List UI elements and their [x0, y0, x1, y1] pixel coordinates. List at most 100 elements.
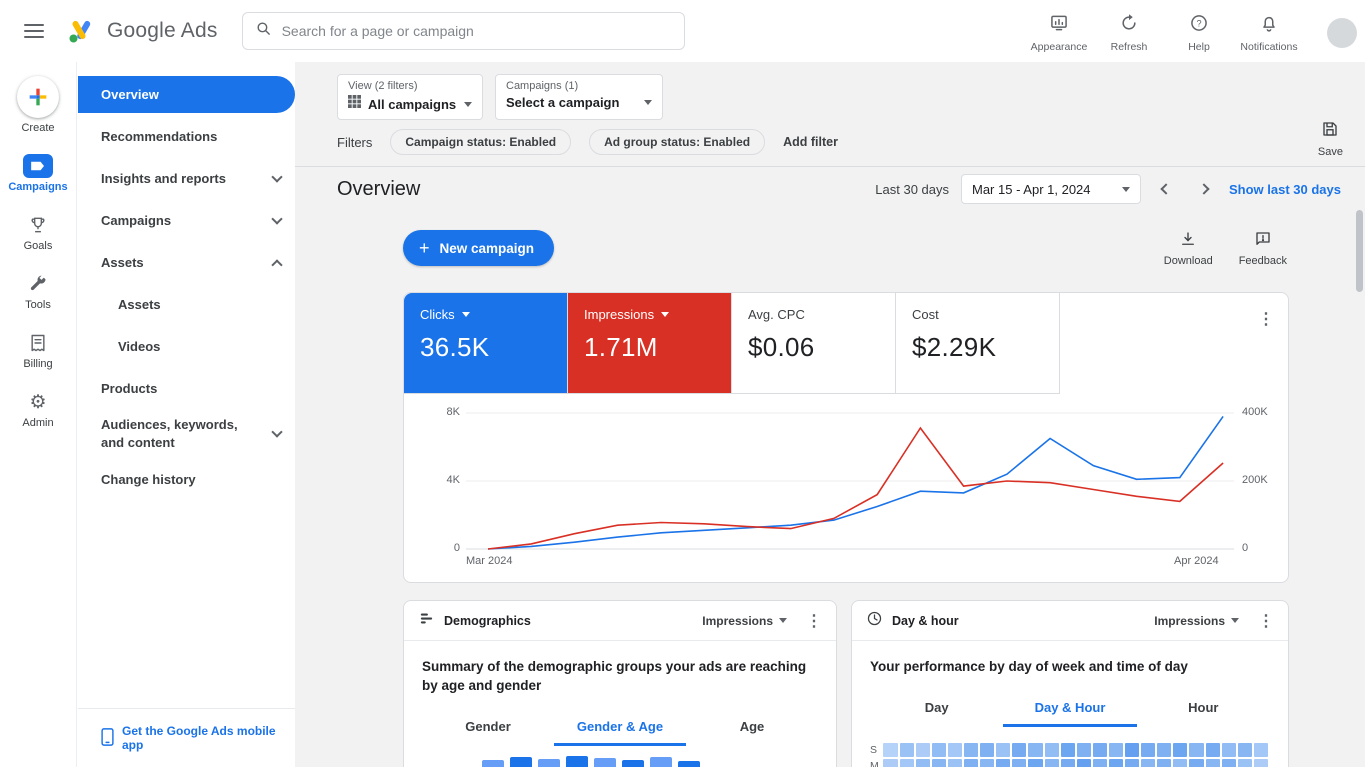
view-selector[interactable]: View (2 filters) All campaigns	[337, 74, 483, 120]
scorecard-label: Clicks	[420, 307, 455, 322]
scorecard-avg-cpc[interactable]: Avg. CPC $0.06	[732, 293, 896, 393]
rail-item-admin[interactable]: ⚙ Admin	[0, 390, 76, 430]
google-ads-logo: Google Ads	[68, 18, 218, 44]
page-header: Overview Last 30 days Mar 15 - Apr 1, 20…	[337, 174, 1341, 204]
show-last-30-days-link[interactable]: Show last 30 days	[1229, 182, 1341, 197]
heatmap-cell	[1221, 759, 1236, 767]
mobile-app-link[interactable]: Get the Google Ads mobile app	[78, 708, 295, 767]
heatmap-cell	[883, 743, 898, 757]
heatmap-cell	[1173, 743, 1188, 757]
feedback-icon	[1254, 230, 1272, 251]
date-range-selector[interactable]: Mar 15 - Apr 1, 2024	[961, 174, 1141, 204]
heatmap-cell	[1028, 743, 1043, 757]
rail-item-campaigns[interactable]: Campaigns	[0, 154, 76, 193]
heatmap-cell	[947, 759, 962, 767]
heatmap-cell	[915, 743, 930, 757]
create-button[interactable]: Create	[0, 76, 76, 134]
campaign-selector[interactable]: Campaigns (1) Select a campaign	[495, 74, 663, 120]
demographics-tab-gender-age[interactable]: Gender & Age	[554, 713, 686, 746]
rail-item-label: Goals	[23, 240, 53, 252]
sidebar-item-recommendations[interactable]: Recommendations	[78, 118, 295, 155]
day-hour-card-body: Your performance by day of week and time…	[852, 641, 1288, 767]
scorecard-label: Avg. CPC	[748, 307, 805, 322]
demographics-card-menu-icon[interactable]: ⋮	[806, 611, 822, 631]
grid-icon	[348, 95, 361, 113]
topbar-action-notifications[interactable]: Notifications	[1237, 10, 1301, 53]
sidebar-item-change-history[interactable]: Change history	[78, 461, 295, 498]
sidebar-item-audiences-keywords-and-content[interactable]: Audiences, keywords, and content	[78, 412, 295, 456]
next-period-button[interactable]	[1191, 176, 1217, 202]
download-label: Download	[1163, 255, 1213, 267]
day-hour-metric-selector[interactable]: Impressions	[1154, 614, 1239, 628]
performance-line-chart	[466, 412, 1234, 550]
heatmap-cell	[996, 743, 1011, 757]
rail-item-goals[interactable]: Goals	[0, 213, 76, 252]
feedback-button[interactable]: Feedback	[1239, 230, 1287, 267]
filter-chip-campaign-status-enabled[interactable]: Campaign status: Enabled	[390, 129, 572, 155]
caret-down-icon	[779, 618, 787, 623]
demographics-metric-selector[interactable]: Impressions	[702, 614, 787, 628]
scorecard-cost[interactable]: Cost $2.29K	[896, 293, 1060, 393]
heatmap-cell	[1141, 759, 1156, 767]
create-plus-icon	[17, 76, 59, 118]
rail-item-billing[interactable]: Billing	[0, 331, 76, 370]
day-hour-card-menu-icon[interactable]: ⋮	[1258, 611, 1274, 631]
demographics-tab-age[interactable]: Age	[686, 713, 818, 746]
heatmap-cell	[963, 759, 979, 767]
rail-item-label: Tools	[25, 299, 51, 311]
previous-period-button[interactable]	[1153, 176, 1179, 202]
save-icon	[1321, 120, 1339, 143]
sidebar-item-campaigns[interactable]: Campaigns	[78, 202, 295, 239]
range-label: Last 30 days	[875, 181, 949, 197]
demographics-card-header: Demographics Impressions ⋮	[404, 601, 836, 641]
search-input[interactable]	[281, 23, 672, 39]
day-hour-tabs: Day Day & Hour Hour	[870, 694, 1270, 727]
save-button[interactable]: Save	[1318, 120, 1343, 158]
feedback-label: Feedback	[1238, 255, 1287, 267]
scorecard-impressions[interactable]: Impressions 1.71M	[568, 293, 732, 393]
main-content: View (2 filters) All campaigns Campaigns…	[295, 62, 1365, 767]
sidebar-item-overview[interactable]: Overview	[78, 76, 295, 113]
topbar-action-refresh[interactable]: Refresh	[1097, 10, 1161, 53]
sidebar-item-assets[interactable]: Assets	[78, 286, 295, 323]
filter-chip-ad-group-status-enabled[interactable]: Ad group status: Enabled	[589, 129, 766, 155]
overview-card-menu-icon[interactable]: ⋮	[1258, 309, 1274, 329]
sidebar-item-videos[interactable]: Videos	[78, 328, 295, 365]
scorecard-label-row: Cost	[912, 307, 1043, 322]
heatmap-cell	[1108, 743, 1124, 757]
google-ads-app: Google Ads Appearance Refresh? Help Notific…	[0, 0, 1365, 767]
topbar-action-help[interactable]: ? Help	[1167, 10, 1231, 53]
demographics-tab-gender[interactable]: Gender	[422, 713, 554, 746]
add-filter-button[interactable]: Add filter	[783, 135, 838, 149]
day-hour-tab-hour[interactable]: Hour	[1137, 694, 1270, 727]
heatmap-cell	[1253, 759, 1269, 767]
plus-icon: +	[419, 238, 430, 258]
scorecard-value: 1.71M	[584, 332, 658, 362]
day-hour-card-header: Day & hour Impressions ⋮	[852, 601, 1288, 641]
download-button[interactable]: Download	[1164, 230, 1213, 267]
day-hour-tab-day-hour[interactable]: Day & Hour	[1003, 694, 1137, 727]
scorecard-clicks[interactable]: Clicks 36.5K	[404, 293, 568, 393]
billing-icon	[0, 331, 76, 355]
menu-icon[interactable]	[24, 20, 44, 42]
sidebar: Overview Recommendations Insights and repo…	[78, 62, 295, 767]
phone-icon	[101, 727, 114, 749]
overview-chart-card: Clicks 36.5K Impressions 1.71M Avg. CPC $0.06…	[403, 292, 1289, 583]
scorecard-value: $0.06	[748, 332, 815, 362]
new-campaign-button[interactable]: + New campaign	[403, 230, 555, 266]
new-campaign-label: New campaign	[439, 240, 535, 256]
scrollbar-thumb[interactable]	[1356, 210, 1363, 292]
topbar-action-appearance[interactable]: Appearance	[1027, 10, 1091, 53]
rail-item-tools[interactable]: Tools	[0, 272, 76, 311]
sidebar-item-products[interactable]: Products	[78, 370, 295, 407]
bar	[650, 757, 672, 767]
day-hour-tab-day[interactable]: Day	[870, 694, 1003, 727]
heatmap-row-label: M	[870, 760, 879, 767]
goals-icon	[0, 213, 76, 237]
global-search[interactable]	[241, 12, 685, 50]
sidebar-item-assets[interactable]: Assets	[78, 244, 295, 281]
sidebar-item-label: Overview	[101, 87, 159, 102]
navigation-rail: Create Campaigns Goals Tools Billing ⚙ Admin	[0, 62, 77, 767]
sidebar-item-insights-and-reports[interactable]: Insights and reports	[78, 160, 295, 197]
account-avatar[interactable]	[1327, 18, 1357, 48]
